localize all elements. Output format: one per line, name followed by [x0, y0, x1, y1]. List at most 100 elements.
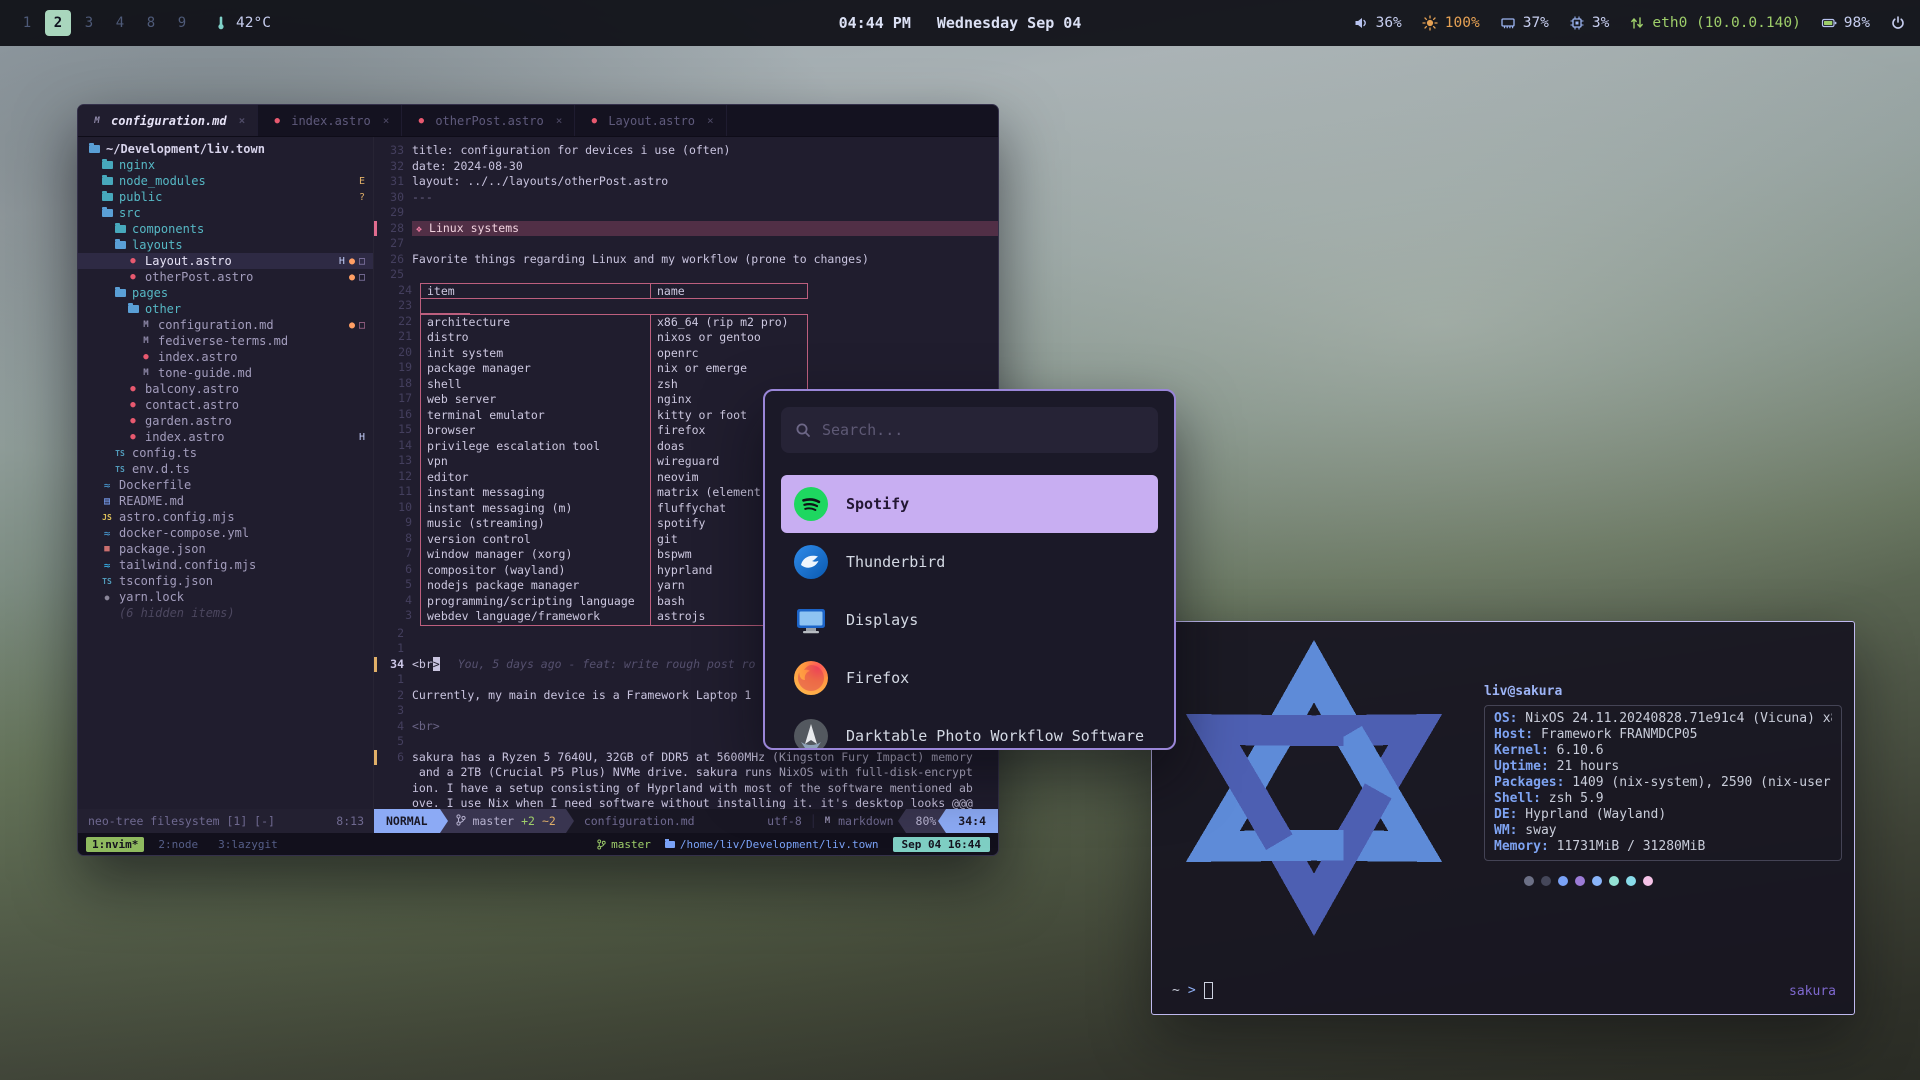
markdown-icon: M — [138, 368, 154, 378]
tree-item-public[interactable]: public? — [78, 189, 373, 205]
tree-item-layout-astro[interactable]: ●Layout.astroH●□ — [78, 253, 373, 269]
tab-layout-astro[interactable]: ●Layout.astro× — [575, 105, 726, 136]
info-row-wm: WM: sway — [1494, 823, 1832, 839]
heading-icon: ❖ — [416, 224, 422, 235]
tree-item-docker-compose-yml[interactable]: ≈docker-compose.yml — [78, 525, 373, 541]
table-cell-name: nixos or gentoo — [651, 330, 807, 346]
module-value: 36% — [1376, 15, 1402, 31]
thermometer-icon — [213, 15, 229, 31]
tab-index-astro[interactable]: ●index.astro× — [258, 105, 402, 136]
gutter-sign — [374, 641, 382, 657]
table-cell-name: nix or emerge — [651, 361, 807, 377]
tree-item-otherpost-astro[interactable]: ●otherPost.astro●□ — [78, 269, 373, 285]
power-icon[interactable] — [1890, 15, 1906, 31]
tree-item-garden-astro[interactable]: ●garden.astro — [78, 413, 373, 429]
launcher-item-thunderbird[interactable]: Thunderbird — [781, 533, 1158, 591]
tree-item-markers: H●□ — [339, 256, 365, 267]
search-input[interactable] — [822, 421, 1144, 439]
tree-item-astro-config-mjs[interactable]: JSastro.config.mjs — [78, 509, 373, 525]
astro-icon: ● — [125, 256, 141, 266]
tree-item-configuration-md[interactable]: Mconfiguration.md●□ — [78, 317, 373, 333]
tree-item-fediverse-terms-md[interactable]: Mfediverse-terms.md — [78, 333, 373, 349]
tree-item-pages[interactable]: pages — [78, 285, 373, 301]
tab-otherpost-astro[interactable]: ● otherPost.astro × — [402, 105, 575, 136]
tab-label: otherPost.astro — [435, 114, 543, 128]
tab-close-icon[interactable]: × — [239, 114, 246, 127]
info-value: Framework FRANMDCP05 — [1533, 727, 1697, 742]
tree-item-development-liv-town[interactable]: ~/Development/liv.town — [78, 141, 373, 157]
workspace-3[interactable]: 3 — [76, 10, 102, 36]
branch-icon — [597, 839, 606, 850]
tree-item-package-json[interactable]: ■package.json — [78, 541, 373, 557]
tree-item-components[interactable]: components — [78, 221, 373, 237]
tree-item-label: configuration.md — [158, 318, 274, 332]
tree-item-label: tailwind.config.mjs — [119, 558, 256, 572]
code-text — [412, 205, 998, 221]
tab-close-icon[interactable]: × — [383, 114, 390, 127]
tmux-window-1-nvim[interactable]: 1:nvim* — [86, 837, 144, 852]
tree-item-readme-md[interactable]: ▤README.md — [78, 493, 373, 509]
tree-item-yarn-lock[interactable]: ●yarn.lock — [78, 589, 373, 605]
tree-item-node-modules[interactable]: node_modulesE — [78, 173, 373, 189]
folder-open-icon — [112, 289, 128, 297]
tree-marker: H — [339, 256, 345, 267]
gutter-sign — [374, 626, 382, 642]
launcher-item-spotify[interactable]: Spotify — [781, 475, 1158, 533]
tree-item-contact-astro[interactable]: ●contact.astro — [78, 397, 373, 413]
tree-item-tailwind-config-mjs[interactable]: ≈tailwind.config.mjs — [78, 557, 373, 573]
tree-marker: ● — [349, 320, 355, 331]
workspace-4[interactable]: 4 — [107, 10, 133, 36]
editor-line: 26Favorite things regarding Linux and my… — [374, 252, 998, 268]
tmux-window-3-lazygit[interactable]: 3:lazygit — [212, 837, 284, 852]
tree-item-tsconfig-json[interactable]: TStsconfig.json — [78, 573, 373, 589]
info-value: 1409 (nix-system), 2590 (nix-user) — [1564, 775, 1832, 790]
line-number: 13 — [382, 453, 420, 469]
line-number: 14 — [382, 438, 420, 454]
code-text: ove. I use Nix when I need software with… — [412, 796, 998, 809]
tree-item-dockerfile[interactable]: ≈Dockerfile — [78, 477, 373, 493]
tree-item-other[interactable]: other — [78, 301, 373, 317]
info-label: DE: — [1494, 807, 1517, 822]
tree-item-index-astro[interactable]: ●index.astroH — [78, 429, 373, 445]
tab-configuration-md[interactable]: Mconfiguration.md× — [78, 105, 258, 136]
launcher-item-firefox[interactable]: Firefox — [781, 649, 1158, 707]
prompt-path: ~ — [1172, 983, 1180, 998]
launcher-item-darktable[interactable]: Darktable Photo Workflow Software — [781, 707, 1158, 750]
tree-item-index-astro[interactable]: ●index.astro — [78, 349, 373, 365]
launcher-item-displays[interactable]: Displays — [781, 591, 1158, 649]
shell-prompt[interactable]: ~ > — [1172, 982, 1213, 999]
terminal-cursor — [1204, 982, 1213, 999]
gutter-sign — [374, 796, 382, 809]
markdown-icon: M — [138, 320, 154, 330]
tree-item-env-d-ts[interactable]: TSenv.d.ts — [78, 461, 373, 477]
tree-item-balcony-astro[interactable]: ●balcony.astro — [78, 381, 373, 397]
brightness-icon — [1422, 15, 1438, 31]
workspace-1[interactable]: 1 — [14, 10, 40, 36]
tree-item-label: pages — [132, 286, 168, 300]
tab-close-icon[interactable]: × — [707, 114, 714, 127]
module-value: 37% — [1523, 15, 1549, 31]
folder-open-icon — [99, 209, 115, 217]
tmux-window-2-node[interactable]: 2:node — [152, 837, 204, 852]
tree-item-6-hidden-items[interactable]: (6 hidden items) — [78, 605, 373, 621]
js-icon: JS — [99, 513, 115, 522]
tree-item-tone-guide-md[interactable]: Mtone-guide.md — [78, 365, 373, 381]
info-value: Hyprland (Wayland) — [1517, 807, 1666, 822]
workspace-2[interactable]: 2 — [45, 10, 71, 36]
workspace-8[interactable]: 8 — [138, 10, 164, 36]
tab-close-icon[interactable]: × — [556, 114, 563, 127]
workspace-9[interactable]: 9 — [169, 10, 195, 36]
tree-item-src[interactable]: src — [78, 205, 373, 221]
line-number: 2 — [382, 688, 412, 704]
tree-item-layouts[interactable]: layouts — [78, 237, 373, 253]
file-encoding: utf-8 — [767, 814, 802, 828]
tmux-windows: 1:nvim* 2:node 3:lazygit — [86, 837, 284, 852]
tree-item-config-ts[interactable]: TSconfig.ts — [78, 445, 373, 461]
line-number: 16 — [382, 407, 420, 423]
search-box[interactable] — [781, 407, 1158, 453]
tree-item-nginx[interactable]: nginx — [78, 157, 373, 173]
fetch-user-host: liv@sakura — [1484, 684, 1842, 699]
astro-icon: ● — [414, 116, 428, 126]
npm-icon: ■ — [99, 544, 115, 554]
editor-line: 31layout: ../../layouts/otherPost.astro — [374, 174, 998, 190]
